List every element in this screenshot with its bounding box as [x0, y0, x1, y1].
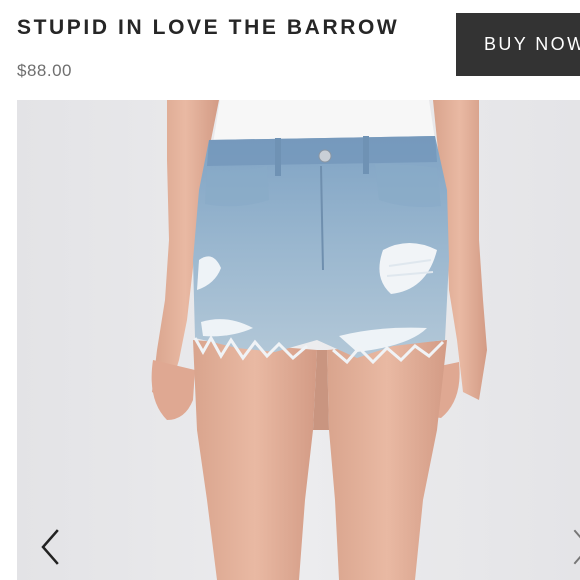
product-price: $88.00: [17, 61, 72, 80]
buy-now-button[interactable]: BUY NOW: [456, 13, 580, 76]
product-page: STUPID IN LOVE THE BARROW $88.00 BUY NOW: [0, 0, 580, 580]
product-photo: [17, 100, 580, 580]
product-title: STUPID IN LOVE THE BARROW: [17, 16, 400, 39]
chevron-right-icon[interactable]: [567, 525, 580, 569]
product-image-gallery[interactable]: [17, 100, 580, 580]
chevron-left-icon[interactable]: [37, 525, 67, 569]
